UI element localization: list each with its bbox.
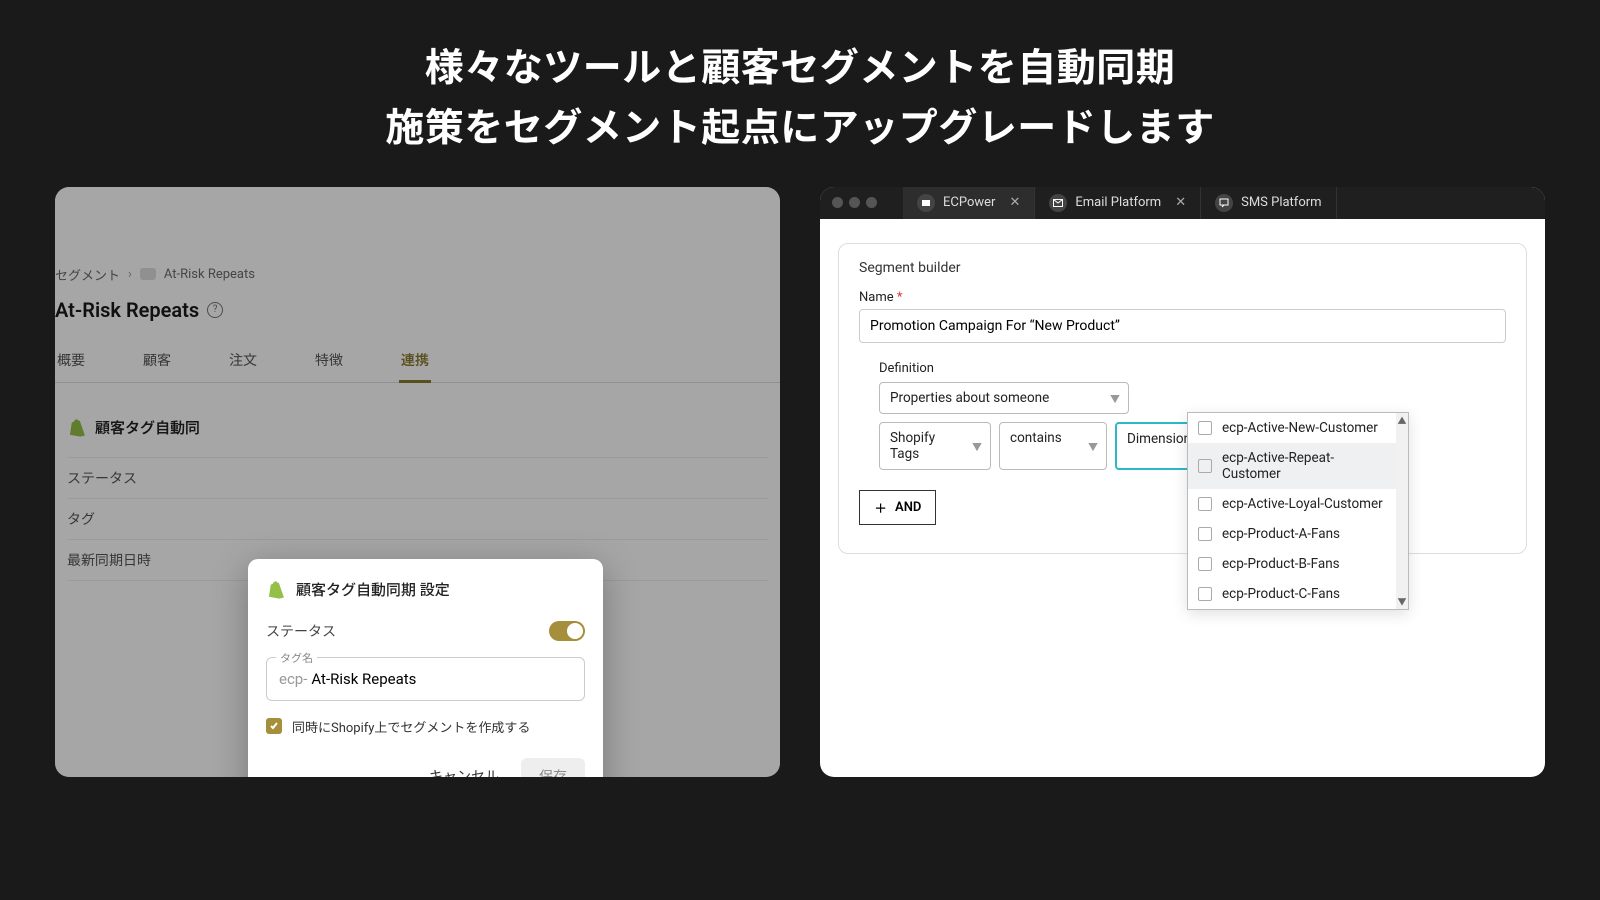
app-icon — [917, 194, 935, 212]
tag-field-label: タグ名 — [276, 650, 317, 666]
hero-line-2: 施策をセグメント起点にアップグレードします — [385, 105, 1215, 151]
tag-prefix: ecp- — [279, 670, 307, 688]
traffic-light-max[interactable] — [866, 197, 877, 208]
option-label: ecp-Product-C-Fans — [1222, 586, 1340, 602]
app-tab-ecpower[interactable]: ECPower ✕ — [903, 187, 1035, 219]
dimension-dropdown: ecp-Active-New-Customer ecp-Active-Repeat… — [1187, 412, 1409, 610]
option-checkbox[interactable] — [1198, 587, 1212, 601]
chevron-down-icon: ▼ — [1110, 390, 1120, 405]
traffic-light-close[interactable] — [832, 197, 843, 208]
create-segment-checkbox[interactable] — [266, 718, 282, 734]
property-select-value: Properties about someone — [890, 390, 1049, 406]
app-tab-sms-platform[interactable]: SMS Platform — [1201, 187, 1336, 219]
option-label: ecp-Product-B-Fans — [1222, 556, 1340, 572]
tag-value: At-Risk Repeats — [311, 670, 416, 688]
modal-title: 顧客タグ自動同期 設定 — [296, 579, 450, 600]
dropdown-option[interactable]: ecp-Product-B-Fans — [1188, 549, 1396, 579]
status-toggle[interactable] — [549, 621, 585, 641]
app-icon — [1215, 194, 1233, 212]
field-select[interactable]: Shopify Tags ▼ — [879, 422, 991, 470]
app-icon — [1049, 194, 1067, 212]
chevron-down-icon: ▼ — [972, 438, 982, 453]
traffic-light-min[interactable] — [849, 197, 860, 208]
add-and-button[interactable]: ＋ AND — [859, 490, 936, 525]
and-label: AND — [895, 500, 921, 515]
chevron-down-icon: ▼ — [1088, 438, 1098, 453]
status-label: ステータス — [266, 621, 336, 641]
operator-select[interactable]: contains ▼ — [999, 422, 1107, 470]
app-tab-label: Email Platform — [1075, 195, 1161, 210]
option-checkbox[interactable] — [1198, 459, 1212, 473]
option-checkbox[interactable] — [1198, 527, 1212, 541]
builder-title: Segment builder — [859, 260, 1506, 276]
field-select-value: Shopify Tags — [890, 430, 935, 462]
operator-select-value: contains — [1010, 430, 1062, 446]
dropdown-option[interactable]: ecp-Active-Loyal-Customer — [1188, 489, 1396, 519]
dropdown-option[interactable]: ecp-Product-C-Fans — [1188, 579, 1396, 609]
plus-icon: ＋ — [874, 498, 887, 517]
window-titlebar: ECPower ✕ Email Platform ✕ SMS Platform — [820, 187, 1545, 219]
dropdown-option[interactable]: ecp-Product-A-Fans — [1188, 519, 1396, 549]
hero-heading: 様々なツールと顧客セグメントを自動同期 施策をセグメント起点にアップグレードしま… — [0, 0, 1600, 159]
option-label: ecp-Product-A-Fans — [1222, 526, 1340, 542]
option-label: ecp-Active-New-Customer — [1222, 420, 1378, 436]
required-mark: * — [897, 290, 903, 305]
name-label: Name — [859, 290, 894, 305]
cancel-button[interactable]: キャンセル — [417, 758, 511, 777]
app-tab-label: SMS Platform — [1241, 195, 1321, 210]
scroll-down-icon[interactable]: ▼ — [1396, 594, 1408, 609]
dropdown-option[interactable]: ecp-Active-New-Customer — [1188, 413, 1396, 443]
hero-line-1: 様々なツールと顧客セグメントを自動同期 — [425, 45, 1176, 91]
option-label: ecp-Active-Repeat-Customer — [1222, 450, 1386, 482]
left-panel: セグメント › At-Risk Repeats At-Risk Repeats … — [55, 187, 780, 777]
app-tab-label: ECPower — [943, 195, 995, 210]
option-checkbox[interactable] — [1198, 557, 1212, 571]
close-icon[interactable]: ✕ — [1009, 195, 1020, 210]
sync-settings-modal: 顧客タグ自動同期 設定 ステータス タグ名 ecp- At-Risk Repea… — [248, 559, 603, 777]
app-tab-email-platform[interactable]: Email Platform ✕ — [1035, 187, 1201, 219]
scroll-up-icon[interactable]: ▲ — [1396, 413, 1408, 428]
segment-name-input[interactable] — [859, 309, 1506, 343]
property-select[interactable]: Properties about someone ▼ — [879, 382, 1129, 414]
option-label: ecp-Active-Loyal-Customer — [1222, 496, 1383, 512]
checkbox-label: 同時にShopify上でセグメントを作成する — [292, 717, 530, 736]
shopify-icon — [266, 579, 286, 601]
dropdown-scrollbar[interactable]: ▲ ▼ — [1396, 413, 1408, 609]
option-checkbox[interactable] — [1198, 421, 1212, 435]
dropdown-option[interactable]: ecp-Active-Repeat-Customer — [1188, 443, 1396, 489]
right-panel: ECPower ✕ Email Platform ✕ SMS Platform Segm… — [820, 187, 1545, 777]
definition-label: Definition — [879, 361, 1506, 376]
option-checkbox[interactable] — [1198, 497, 1212, 511]
segment-builder: Segment builder Name * Definition Proper… — [838, 243, 1527, 554]
close-icon[interactable]: ✕ — [1175, 195, 1186, 210]
save-button: 保存 — [521, 758, 585, 777]
